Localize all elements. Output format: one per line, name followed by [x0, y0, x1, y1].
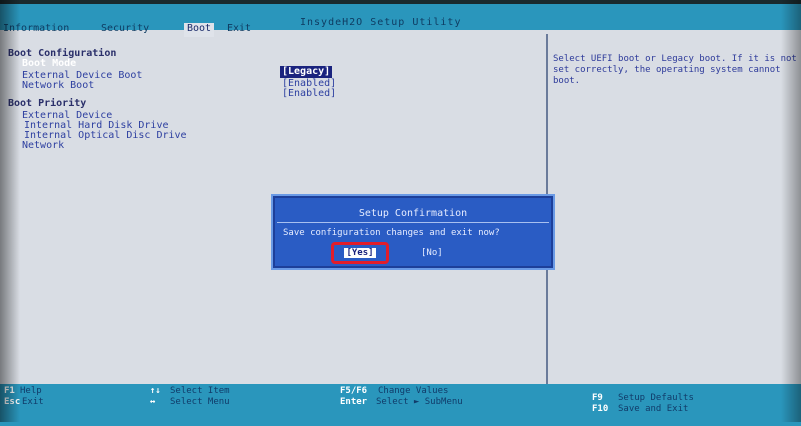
key-enter-label: Select ► SubMenu	[376, 397, 463, 407]
top-bar: InsydeH2O Setup Utility Information Secu…	[0, 4, 801, 37]
boot-mode-value[interactable]: [Legacy]	[280, 66, 333, 78]
key-help-bar: F1 Help Esc Exit ↑↓ Select Item ↔ Select…	[0, 384, 801, 426]
boot-priority-heading: Boot Priority	[8, 98, 87, 109]
dialog-message: Save configuration changes and exit now?	[283, 228, 500, 238]
dialog-divider	[277, 222, 549, 223]
key-f5f6: F5/F6	[340, 386, 368, 396]
key-f10: F10	[592, 404, 609, 414]
network-boot-label[interactable]: Network Boot	[22, 80, 94, 92]
key-f9-label: Setup Defaults	[618, 393, 694, 403]
key-f5f6-label: Change Values	[378, 386, 449, 396]
key-enter: Enter	[340, 397, 368, 407]
network-boot-value[interactable]: [Enabled]	[282, 88, 336, 100]
key-leftright: ↔	[150, 397, 156, 407]
dialog-title: Setup Confirmation	[358, 208, 468, 219]
yes-button-label: [Yes]	[344, 248, 376, 258]
no-button[interactable]: [No]	[421, 248, 443, 258]
key-leftright-label: Select Menu	[170, 397, 230, 407]
key-updown-label: Select Item	[170, 386, 230, 396]
yes-button[interactable]: [Yes]	[331, 242, 389, 264]
key-updown: ↑↓	[150, 386, 161, 396]
key-f10-label: Save and Exit	[618, 404, 689, 414]
key-f9: F9	[592, 393, 603, 403]
utility-title: InsydeH2O Setup Utility	[300, 17, 462, 28]
help-text: Select UEFI boot or Legacy boot. If it i…	[553, 54, 797, 86]
key-esc-label: Exit	[22, 397, 44, 407]
key-f1-label: Help	[20, 386, 42, 396]
bios-screen: InsydeH2O Setup Utility Information Secu…	[0, 4, 801, 426]
boot-mode-label[interactable]: Boot Mode	[22, 58, 76, 70]
key-f1: F1	[4, 386, 15, 396]
priority-network[interactable]: Network	[22, 140, 64, 152]
key-esc: Esc	[4, 397, 21, 407]
help-panel: Select UEFI boot or Legacy boot. If it i…	[546, 34, 801, 384]
setup-confirmation-dialog: Setup Confirmation Save configuration ch…	[271, 194, 555, 270]
